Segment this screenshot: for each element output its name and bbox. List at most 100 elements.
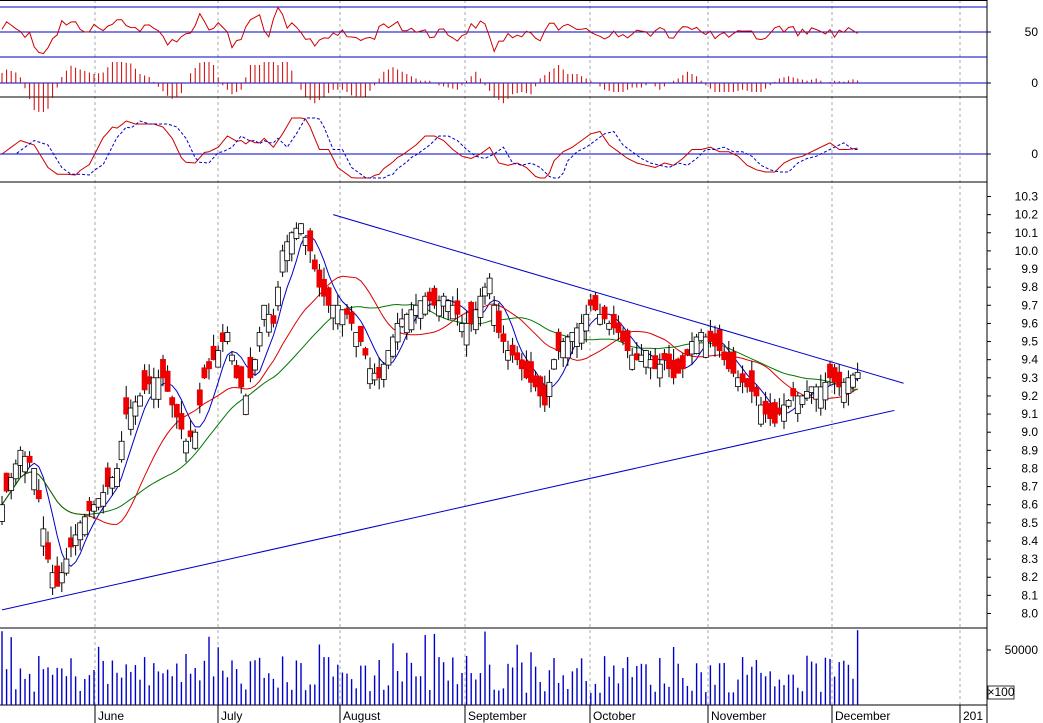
candle-body <box>514 352 521 361</box>
candle-body <box>229 354 235 362</box>
candle-body <box>238 366 245 388</box>
y-tick-label: 9.7 <box>1021 298 1038 312</box>
candle-body <box>781 404 787 422</box>
candle-body <box>256 332 263 347</box>
candle-body <box>495 310 502 333</box>
candle-body <box>624 330 631 352</box>
y-tick-label: 9.6 <box>1021 316 1038 330</box>
candle-body <box>753 386 760 397</box>
candle-body <box>307 230 314 252</box>
y-tick-label: 8.3 <box>1021 552 1038 566</box>
candle-body <box>656 363 663 379</box>
candle-body <box>583 313 590 332</box>
month-label-november: November <box>711 709 766 723</box>
month-label-october: October <box>593 709 636 723</box>
candle-body <box>206 361 212 370</box>
candle-body <box>325 287 332 306</box>
y-tick-label: 8.9 <box>1021 443 1038 457</box>
candle-body <box>58 572 65 584</box>
candle-body <box>81 516 88 536</box>
candle-body <box>196 389 203 406</box>
candle-body <box>63 558 70 574</box>
candle-body <box>854 371 861 379</box>
month-label-201: 201 <box>963 709 983 723</box>
candle-body <box>12 463 19 480</box>
candle-body <box>463 323 470 346</box>
y-tick-label: 8.7 <box>1021 480 1038 494</box>
y-tick-label: 8.8 <box>1021 461 1038 475</box>
candle-body <box>252 359 258 371</box>
y-tick-label: 9.5 <box>1021 335 1038 349</box>
candle-body <box>298 223 304 235</box>
candle-body <box>215 350 222 368</box>
month-label-september: September <box>468 709 527 723</box>
volume-tick-label: 50000 <box>1005 643 1039 657</box>
candle-body <box>137 395 143 407</box>
candle-body <box>790 388 797 397</box>
candle-body <box>380 363 387 380</box>
y-tick-label: 9.3 <box>1021 371 1038 385</box>
y-tick-label: 8.4 <box>1021 534 1038 548</box>
candle-body <box>546 381 553 397</box>
candle-body <box>270 315 277 324</box>
candle-body <box>500 333 507 342</box>
stock-chart: 10.3 10.2 10.1 10.0 9.9 9.8 9.7 9.6 9.5 9.4 9.3 9.2… <box>0 0 1043 723</box>
candle-body <box>275 286 281 307</box>
candle-body <box>118 440 125 461</box>
macd-tick-label: 0 <box>1031 147 1038 161</box>
candle-body <box>201 367 208 379</box>
candle-body <box>730 351 737 374</box>
candle-body <box>178 413 185 430</box>
y-tick-label: 9.9 <box>1021 262 1038 276</box>
y-tick-label: 10.1 <box>1015 226 1039 240</box>
candle-body <box>551 359 557 370</box>
candle-body <box>679 355 686 370</box>
candle-body <box>486 277 493 295</box>
candle-body <box>477 295 484 318</box>
candle-body <box>785 400 792 407</box>
y-tick-label: 8.2 <box>1021 570 1038 584</box>
candle-body <box>716 329 723 352</box>
candle-body <box>45 542 51 560</box>
candle-body <box>357 325 364 342</box>
candle-body <box>192 431 199 449</box>
month-label-august: August <box>343 709 381 723</box>
y-tick-label: 8.1 <box>1021 588 1038 602</box>
candle-body <box>26 455 33 463</box>
month-label-june: June <box>98 709 124 723</box>
y-tick-label: 10.3 <box>1015 190 1039 204</box>
candle-body <box>242 395 249 415</box>
y-tick-label: 9.8 <box>1021 280 1038 294</box>
candle-body <box>592 295 599 311</box>
candle-body <box>224 332 231 342</box>
candle-body <box>35 490 42 500</box>
y-tick-label: 9.1 <box>1021 407 1038 421</box>
volume-unit-label: ×100 <box>987 685 1014 699</box>
y-tick-label: 9.2 <box>1021 389 1038 403</box>
candle-body <box>114 468 120 487</box>
y-tick-label: 9.4 <box>1021 353 1038 367</box>
candle-body <box>8 477 15 491</box>
candle-body <box>164 370 171 392</box>
y-tick-label: 9.0 <box>1021 425 1038 439</box>
month-label-december: December <box>835 709 890 723</box>
candle-body <box>100 492 107 507</box>
candle-body <box>454 300 461 315</box>
candle-body <box>183 440 189 454</box>
candle-body <box>31 468 38 491</box>
y-tick-label: 8.5 <box>1021 516 1038 530</box>
month-label-july: July <box>221 709 242 723</box>
candle-body <box>0 504 5 522</box>
rsi-tick-label: 50 <box>1025 25 1039 39</box>
y-tick-label: 8.0 <box>1021 606 1038 620</box>
candle-body <box>601 306 608 320</box>
candle-body <box>348 311 355 324</box>
candle-body <box>362 348 369 356</box>
candle-body <box>822 381 829 401</box>
y-tick-label: 8.6 <box>1021 498 1038 512</box>
y-tick-label: 10.2 <box>1015 208 1039 222</box>
y-tick-label: 10.0 <box>1015 244 1039 258</box>
histogram-tick-label: 0 <box>1031 76 1038 90</box>
candle-body <box>311 259 318 270</box>
candle-body <box>155 377 162 400</box>
